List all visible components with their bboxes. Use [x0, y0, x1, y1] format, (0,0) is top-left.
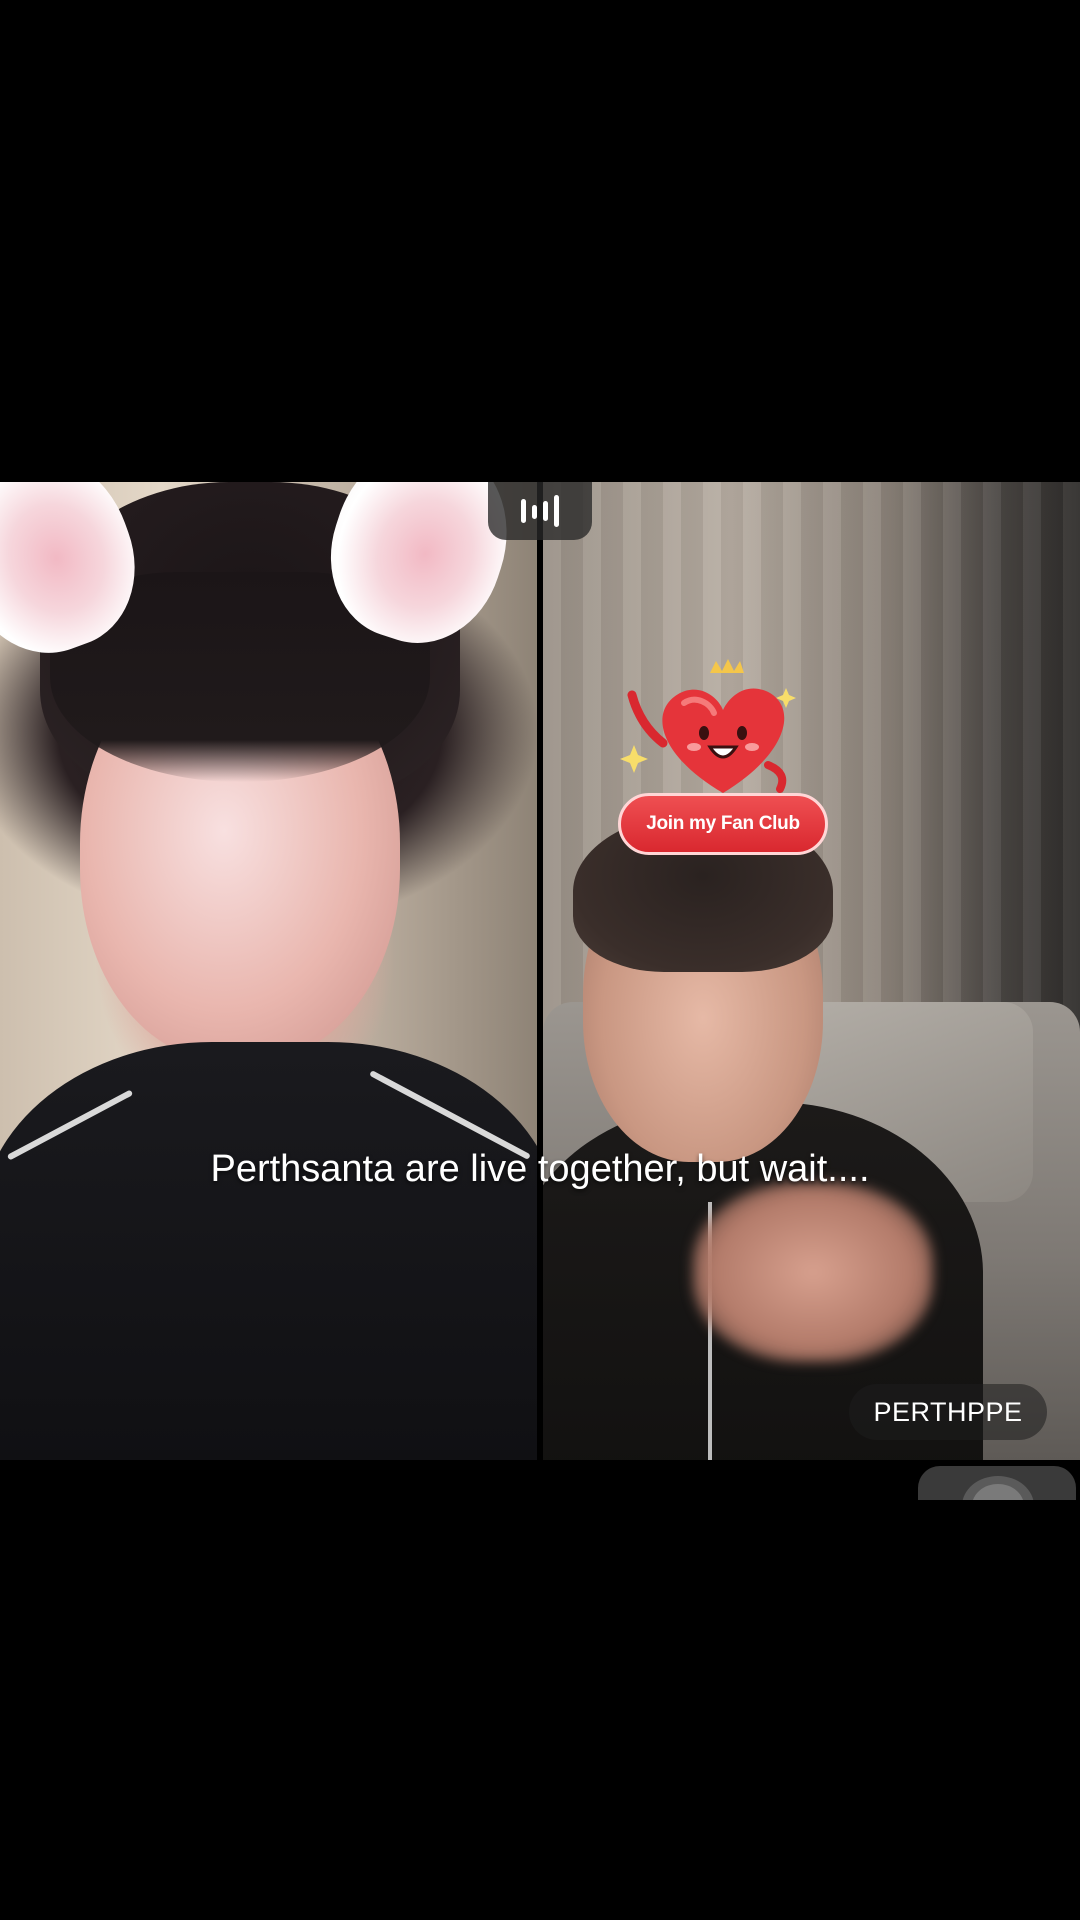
corner-control-button[interactable]: [918, 1466, 1076, 1500]
audio-level-icon: [521, 495, 559, 527]
hands-shape: [693, 1182, 933, 1362]
left-jacket-shape: [0, 1042, 537, 1460]
participant-username-tag[interactable]: PERTHPPE: [849, 1384, 1047, 1440]
left-video-feed[interactable]: [0, 482, 537, 1460]
join-fan-club-button[interactable]: Join my Fan Club: [618, 793, 828, 855]
live-stream-screen: Join my Fan Club Perthsanta are live tog…: [0, 0, 1080, 1920]
audio-indicator-tab[interactable]: [488, 482, 592, 540]
video-caption: Perthsanta are live together, but wait..…: [210, 1148, 870, 1190]
right-video-feed[interactable]: [543, 482, 1080, 1460]
fan-club-sticker[interactable]: Join my Fan Club: [618, 655, 828, 860]
more-icon: [962, 1476, 1034, 1500]
heart-mascot-icon: [620, 659, 796, 793]
